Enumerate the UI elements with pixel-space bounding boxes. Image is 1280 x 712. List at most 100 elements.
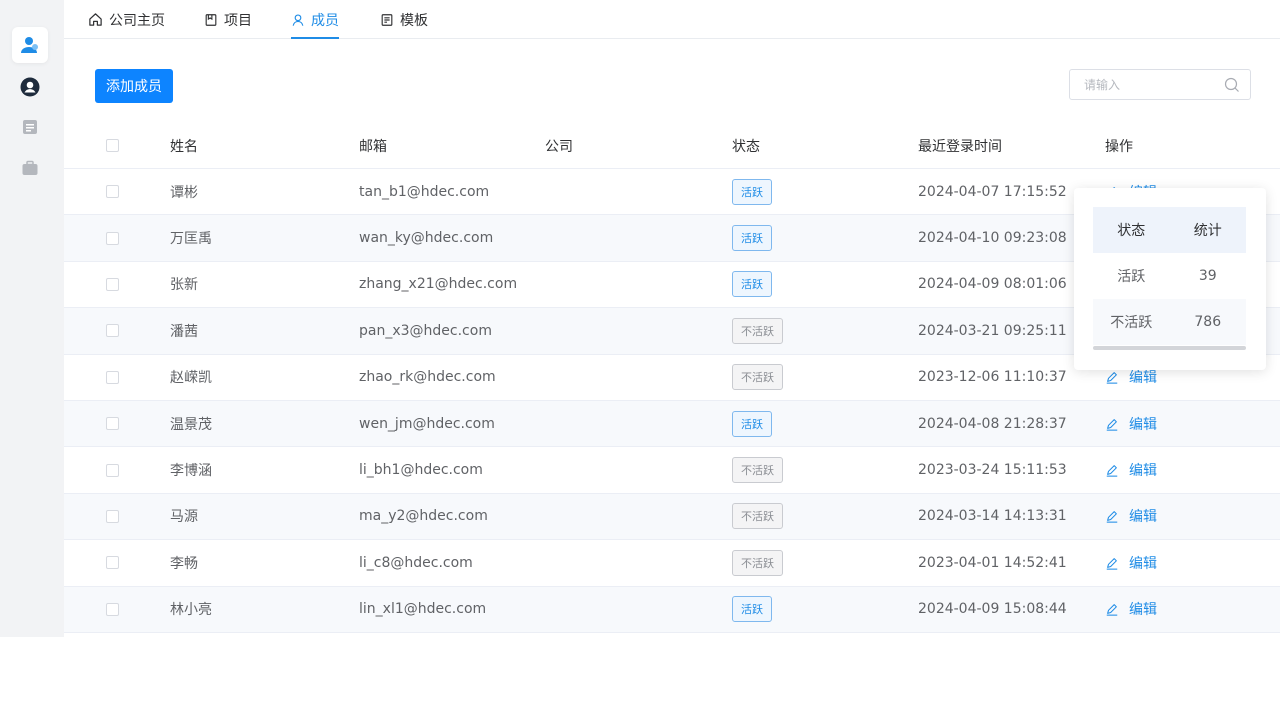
row-checkbox[interactable] (106, 185, 119, 199)
home-icon (89, 13, 102, 26)
edit-button[interactable]: 编辑 (1105, 367, 1157, 387)
tab-members[interactable]: 成员 (291, 0, 339, 39)
member-name: 潘茜 (170, 323, 198, 340)
member-status-cell: 活跃 (732, 401, 772, 446)
status-stats-popover: 状态 统计 活跃 39 不活跃 786 (1074, 188, 1266, 370)
member-status-cell: 活跃 (732, 587, 772, 632)
member-status-cell: 不活跃 (732, 540, 783, 585)
user-icon (292, 13, 304, 26)
edit-icon (1106, 604, 1118, 616)
tab-templates[interactable]: 模板 (380, 0, 428, 39)
member-last-login: 2024-04-10 09:23:08 (918, 230, 1067, 247)
row-checkbox[interactable] (106, 231, 119, 245)
member-last-login: 2023-04-01 14:52:41 (918, 554, 1067, 571)
member-status-cell: 不活跃 (732, 308, 783, 353)
select-all-checkbox-cell (106, 123, 119, 168)
sidebar-item-profile[interactable] (12, 69, 48, 105)
edit-button[interactable]: 编辑 (1105, 599, 1157, 619)
member-name: 赵嵘凯 (170, 370, 212, 387)
popover-scrollbar[interactable] (1093, 346, 1246, 350)
status-badge: 活跃 (732, 410, 772, 437)
row-checkbox-cell (106, 355, 119, 400)
stats-count: 39 (1198, 268, 1217, 284)
member-status-cell: 活跃 (732, 169, 772, 214)
member-last-login: 2024-04-09 08:01:06 (918, 276, 1067, 293)
header-name: 姓名 (170, 138, 198, 155)
tab-label: 模板 (400, 12, 428, 29)
member-last-login: 2024-03-21 09:25:11 (918, 322, 1067, 339)
member-status-cell: 不活跃 (732, 494, 783, 539)
edit-button[interactable]: 编辑 (1105, 460, 1157, 480)
row-checkbox[interactable] (106, 417, 119, 431)
member-name: 李畅 (170, 555, 198, 572)
search-icon[interactable] (1224, 77, 1240, 93)
member-name: 温景茂 (170, 416, 212, 433)
stats-header-status: 状态 (1117, 223, 1146, 239)
row-checkbox-cell (106, 401, 119, 446)
status-stats-table: 状态 统计 活跃 39 不活跃 786 (1093, 207, 1246, 345)
member-last-login: 2023-03-24 15:11:53 (918, 462, 1067, 479)
member-email: li_c8@hdec.com (359, 554, 473, 571)
member-name: 李博涵 (170, 463, 212, 480)
table-row: 林小亮 lin_xl1@hdec.com 活跃 2024-04-09 15:08:44… (64, 586, 1280, 633)
edit-button[interactable]: 编辑 (1105, 506, 1157, 526)
tab-label: 成员 (311, 12, 339, 29)
edit-button[interactable]: 编辑 (1105, 553, 1157, 573)
sidebar-item-briefcase[interactable] (12, 150, 48, 186)
row-checkbox[interactable] (106, 370, 119, 384)
edit-icon (1106, 418, 1118, 431)
member-email: li_bh1@hdec.com (359, 462, 483, 479)
status-badge: 活跃 (732, 271, 772, 298)
table-row: 马源 ma_y2@hdec.com 不活跃 2024-03-14 14:13:31 编辑 (64, 493, 1280, 541)
row-checkbox[interactable] (106, 602, 119, 616)
edit-label: 编辑 (1129, 602, 1157, 619)
member-status-cell: 活跃 (732, 262, 772, 307)
template-icon (381, 13, 393, 26)
status-badge: 不活跃 (732, 503, 783, 530)
stats-count: 786 (1194, 314, 1222, 330)
member-last-login: 2024-04-08 21:28:37 (918, 415, 1067, 432)
select-all-checkbox[interactable] (106, 139, 119, 152)
row-checkbox[interactable] (106, 277, 119, 291)
member-last-login: 2023-12-06 11:10:37 (918, 369, 1067, 386)
member-last-login: 2024-04-09 15:08:44 (918, 601, 1067, 618)
stats-row-inactive: 不活跃 786 (1093, 299, 1246, 345)
member-status-cell: 不活跃 (732, 355, 783, 400)
member-email: wan_ky@hdec.com (359, 230, 494, 247)
row-checkbox-cell (106, 540, 119, 585)
header-status[interactable]: 状态 (732, 123, 760, 168)
table-row: 李畅 li_c8@hdec.com 不活跃 2023-04-01 14:52:41 编辑 (64, 540, 1280, 587)
member-actions: 编辑 (1105, 494, 1157, 539)
folder-icon (205, 13, 217, 26)
sidebar-item-members[interactable] (12, 27, 48, 63)
edit-icon (1106, 465, 1118, 477)
table-row: 李博涵 li_bh1@hdec.com 不活跃 2023-03-24 15:11:53… (64, 447, 1280, 494)
member-name: 万匡禹 (170, 231, 212, 248)
edit-label: 编辑 (1129, 509, 1157, 526)
tab-projects[interactable]: 项目 (204, 0, 252, 39)
search-input[interactable] (1084, 76, 1214, 94)
row-checkbox[interactable] (106, 463, 119, 477)
member-last-login: 2024-04-07 17:15:52 (918, 183, 1067, 200)
stats-header-row: 状态 统计 (1093, 207, 1246, 253)
header-email: 邮箱 (359, 138, 387, 155)
row-checkbox[interactable] (106, 509, 119, 523)
sidebar-item-documents[interactable] (12, 109, 48, 145)
row-checkbox[interactable] (106, 556, 119, 570)
member-email: wen_jm@hdec.com (359, 415, 495, 432)
member-actions: 编辑 (1105, 447, 1157, 492)
stats-header-count: 统计 (1193, 223, 1222, 239)
member-actions: 编辑 (1105, 401, 1157, 446)
tab-company-home[interactable]: 公司主页 (88, 0, 165, 39)
members-icon (21, 37, 38, 53)
add-member-button[interactable]: 添加成员 (95, 69, 173, 103)
row-checkbox-cell (106, 494, 119, 539)
status-badge: 活跃 (732, 178, 772, 205)
table-row: 温景茂 wen_jm@hdec.com 活跃 2024-04-08 21:28:37 编… (64, 400, 1280, 448)
member-name: 张新 (170, 277, 198, 294)
row-checkbox[interactable] (106, 324, 119, 338)
edit-button[interactable]: 编辑 (1105, 414, 1157, 434)
member-email: zhang_x21@hdec.com (359, 276, 518, 293)
edit-icon (1106, 372, 1118, 384)
document-icon (23, 120, 37, 134)
